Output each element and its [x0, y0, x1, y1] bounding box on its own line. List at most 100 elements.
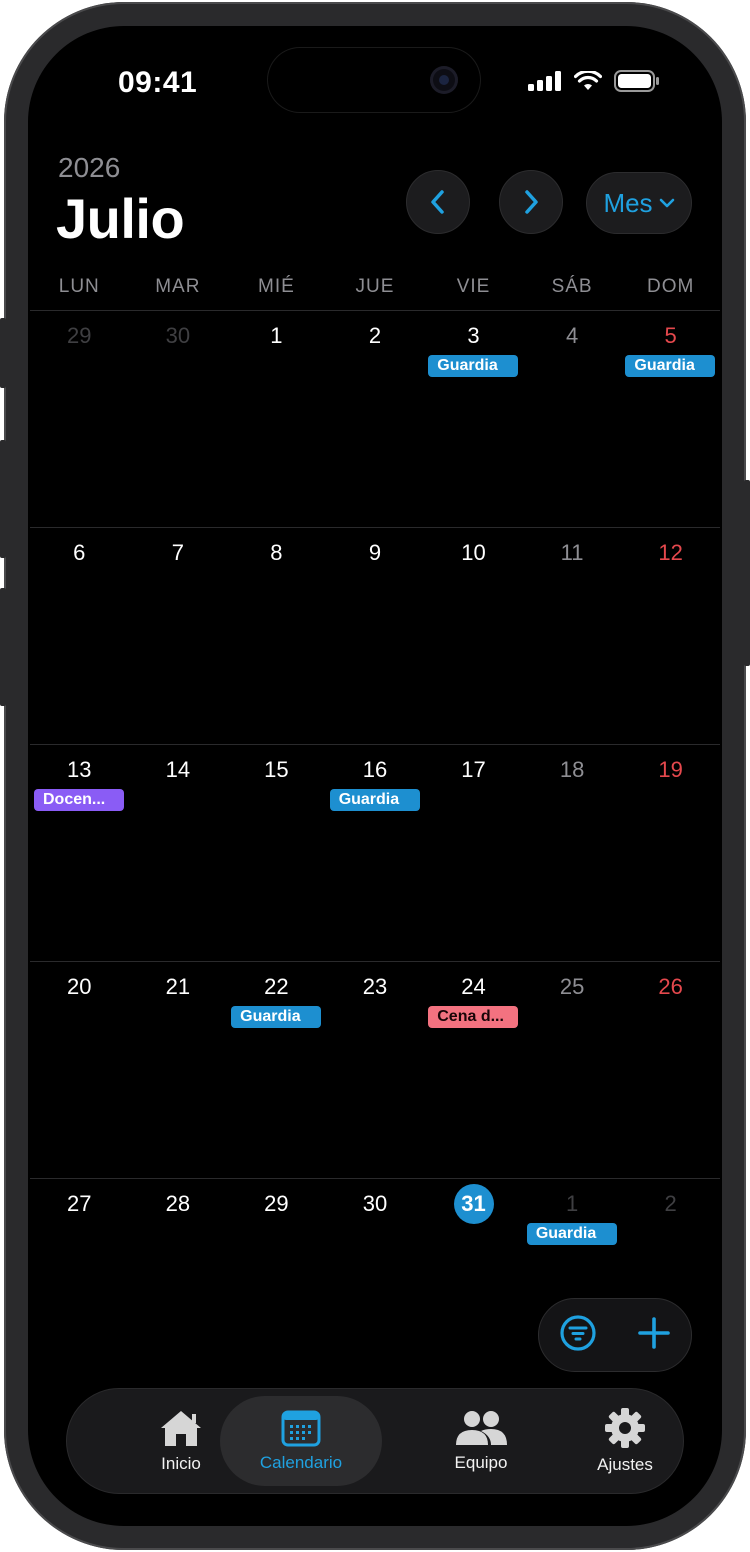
day-cell[interactable]: 22 Guardia — [227, 962, 326, 1178]
year-label: 2026 — [58, 152, 121, 183]
cellular-signal-icon — [528, 71, 561, 91]
date-number: 6 — [73, 540, 86, 565]
day-cell[interactable]: 18 — [523, 745, 622, 961]
day-cell[interactable]: 1 — [227, 311, 326, 527]
day-cell[interactable]: 19 — [621, 745, 720, 961]
date-number: 29 — [67, 323, 92, 348]
date-number: 20 — [67, 974, 92, 999]
day-cell[interactable]: 4 — [523, 311, 622, 527]
day-cell[interactable]: 14 — [129, 745, 228, 961]
weekday-label: MAR — [155, 276, 201, 297]
previous-month-button[interactable] — [406, 170, 470, 234]
day-cell[interactable]: 21 — [129, 962, 228, 1178]
date-number: 21 — [165, 974, 191, 999]
day-cell[interactable]: 12 — [621, 528, 720, 744]
date-number: 19 — [658, 757, 683, 782]
tab-ajustes[interactable]: Ajustes — [555, 1389, 695, 1493]
day-cell[interactable]: 15 — [227, 745, 326, 961]
date-number: 15 — [264, 757, 289, 782]
event-chip[interactable]: Guardia — [329, 789, 420, 811]
weekday-label: SÁB — [551, 276, 593, 297]
day-cell[interactable]: 5 Guardia — [621, 311, 720, 527]
tab-equipo-label: Equipo — [454, 1453, 508, 1472]
day-cell[interactable]: 17 — [424, 745, 523, 961]
day-cell[interactable]: 28 — [129, 1179, 228, 1395]
chevron-right-icon — [525, 190, 538, 214]
event-chip[interactable]: Guardia — [231, 1006, 322, 1028]
day-cell[interactable]: 16 Guardia — [326, 745, 425, 961]
gear-icon — [605, 1408, 645, 1448]
date-number: 25 — [559, 974, 585, 999]
day-cell[interactable]: 2 — [326, 311, 425, 527]
floating-action-group — [538, 1298, 692, 1372]
day-cell[interactable]: 3 Guardia — [424, 311, 523, 527]
chevron-left-icon — [431, 190, 444, 214]
day-cell[interactable]: 11 — [523, 528, 622, 744]
day-cell[interactable]: 27 — [30, 1179, 129, 1395]
day-cell[interactable]: 30 — [129, 311, 228, 527]
tab-ajustes-label: Ajustes — [597, 1455, 653, 1474]
date-number: 11 — [560, 540, 584, 565]
camera-icon — [430, 66, 458, 94]
day-cell[interactable]: 30 — [326, 1179, 425, 1395]
day-cell[interactable]: 24 Cena d... — [424, 962, 523, 1178]
date-number: 9 — [368, 540, 382, 565]
week-row: 20 21 22 Guardia 23 24 Cena d... 25 26 — [30, 961, 720, 1178]
tab-equipo[interactable]: Equipo — [411, 1389, 551, 1493]
power-button — [744, 480, 750, 666]
day-cell[interactable]: 23 — [326, 962, 425, 1178]
date-number: 30 — [362, 1191, 388, 1216]
day-cell[interactable]: 8 — [227, 528, 326, 744]
date-number: 26 — [658, 974, 683, 999]
day-cell[interactable]: 13 Docen... — [30, 745, 129, 961]
view-mode-label: Mes — [603, 187, 653, 218]
date-number: 12 — [658, 540, 683, 565]
date-number: 1 — [565, 1191, 579, 1216]
day-cell[interactable]: 7 — [129, 528, 228, 744]
date-number: 4 — [565, 323, 579, 348]
volume-down-button — [0, 588, 6, 706]
week-row: 6 7 8 9 10 11 12 — [30, 527, 720, 744]
date-number: 8 — [270, 540, 283, 565]
today-date-number: 31 — [453, 1184, 494, 1224]
screen: 09:41 2026 Julio Mes LUN MAR MIÉ JUE VIE… — [28, 26, 722, 1526]
month-grid: 29 30 1 2 3 Guardia 4 5 Guardia 6 7 8 9 10 11 12 13 Docen… — [30, 310, 720, 1395]
view-mode-button[interactable]: Mes — [586, 172, 692, 234]
day-cell[interactable]: 25 — [523, 962, 622, 1178]
day-cell[interactable]: 29 — [227, 1179, 326, 1395]
tab-calendario[interactable]: Calendario — [220, 1396, 382, 1486]
day-cell[interactable]: 9 — [326, 528, 425, 744]
weekday-label: JUE — [355, 276, 395, 297]
event-chip[interactable]: Guardia — [428, 355, 519, 377]
day-cell[interactable]: 29 — [30, 311, 129, 527]
date-number: 5 — [664, 323, 677, 348]
day-cell[interactable]: 6 — [30, 528, 129, 744]
day-cell[interactable]: 31 — [424, 1179, 523, 1395]
date-number: 24 — [461, 974, 486, 999]
date-number: 17 — [461, 757, 486, 782]
next-month-button[interactable] — [499, 170, 563, 234]
weekday-label: LUN — [58, 276, 100, 297]
event-chip[interactable]: Guardia — [526, 1223, 617, 1245]
chevron-down-icon — [659, 198, 674, 208]
day-cell[interactable]: 26 — [621, 962, 720, 1178]
action-button — [0, 318, 6, 388]
calendar-icon — [281, 1410, 321, 1447]
day-cell[interactable]: 20 — [30, 962, 129, 1178]
date-number: 2 — [368, 323, 382, 348]
add-event-button[interactable] — [637, 1316, 671, 1355]
event-chip[interactable]: Guardia — [625, 355, 716, 377]
dynamic-island — [268, 48, 480, 112]
event-chip[interactable]: Cena d... — [428, 1006, 519, 1028]
date-number: 18 — [559, 757, 585, 782]
filter-button[interactable] — [559, 1314, 597, 1357]
week-row: 13 Docen... 14 15 16 Guardia 17 18 19 — [30, 744, 720, 961]
date-number: 7 — [171, 540, 184, 565]
status-icons — [528, 70, 660, 92]
date-number: 23 — [362, 974, 388, 999]
date-number: 10 — [461, 540, 486, 565]
event-chip[interactable]: Docen... — [34, 789, 124, 811]
date-number: 14 — [165, 757, 191, 782]
wifi-icon — [574, 71, 602, 90]
day-cell[interactable]: 10 — [424, 528, 523, 744]
